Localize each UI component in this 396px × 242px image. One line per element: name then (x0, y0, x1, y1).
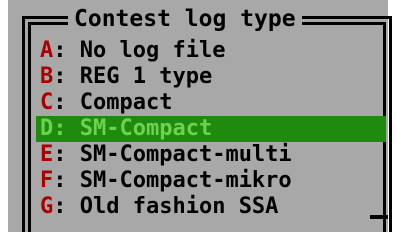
menu-item-separator: : (53, 38, 67, 63)
dialog-title: Contest log type (68, 2, 302, 36)
menu-item-hotkey: D (40, 116, 54, 141)
menu-item-sm-compact-mikro[interactable]: F: SM-Compact-mikro (36, 168, 386, 194)
menu-item-label: Old fashion SSA (79, 194, 279, 219)
log-type-menu: A: No log file B: REG 1 type C: Compact … (36, 38, 386, 220)
menu-item-hotkey: F (40, 168, 54, 193)
menu-item-sm-compact-multi[interactable]: E: SM-Compact-multi (36, 142, 386, 168)
menu-item-separator: : (53, 168, 67, 193)
menu-item-label: SM-Compact-multi (79, 142, 292, 167)
menu-item-separator: : (53, 194, 67, 219)
menu-item-separator: : (53, 90, 67, 115)
menu-item-separator: : (53, 116, 67, 141)
scroll-indicator[interactable] (370, 215, 388, 219)
menu-item-old-fashion-ssa[interactable]: G: Old fashion SSA (36, 194, 386, 220)
menu-item-label: SM-Compact-mikro (79, 168, 292, 193)
menu-item-hotkey: E (40, 142, 54, 167)
menu-item-separator: : (53, 64, 67, 89)
menu-item-sm-compact[interactable]: D: SM-Compact (36, 116, 386, 142)
menu-item-label: No log file (79, 38, 226, 63)
menu-item-hotkey: B (40, 64, 54, 89)
menu-item-hotkey: C (40, 90, 54, 115)
menu-item-compact[interactable]: C: Compact (36, 90, 386, 116)
menu-item-hotkey: A (40, 38, 54, 63)
menu-item-label: SM-Compact (79, 116, 213, 141)
menu-item-label: REG 1 type (79, 64, 213, 89)
menu-item-hotkey: G (40, 194, 54, 219)
dialog-panel: Contest log type A: No log file B: REG 1… (8, 0, 392, 232)
menu-item-label: Compact (79, 90, 173, 115)
menu-item-separator: : (53, 142, 67, 167)
contest-log-type-dialog: Contest log type A: No log file B: REG 1… (0, 0, 396, 242)
menu-item-no-log-file[interactable]: A: No log file (36, 38, 386, 64)
menu-item-reg-1-type[interactable]: B: REG 1 type (36, 64, 386, 90)
